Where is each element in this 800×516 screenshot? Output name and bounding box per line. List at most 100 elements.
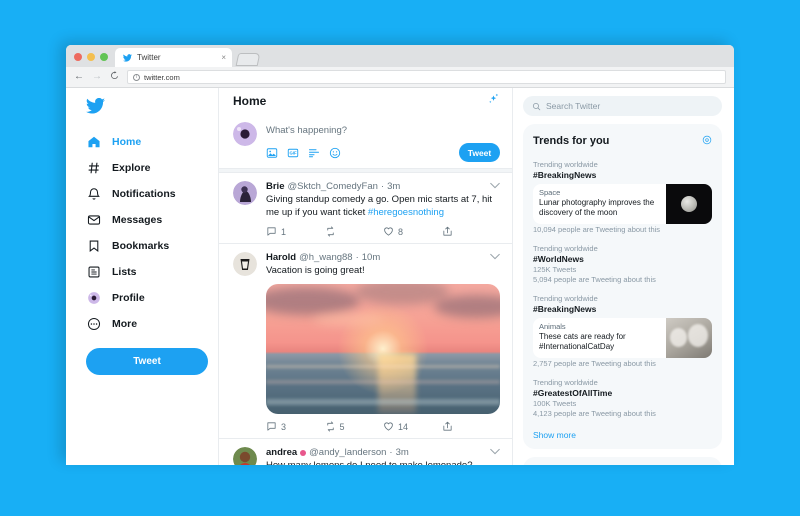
cats-photo (688, 324, 708, 347)
reply-icon (267, 227, 276, 237)
hashtag-icon (86, 161, 101, 176)
tweet-author-name[interactable]: Brie (266, 181, 284, 192)
sidebar-item-label: Home (112, 136, 142, 148)
tab-close-icon[interactable]: × (221, 53, 226, 62)
timeline: Home What's happening? GIF Tweet Brie @S… (218, 88, 513, 465)
image-icon[interactable] (266, 147, 278, 159)
table-row[interactable]: andrea @andy_landerson · 3m How many lem… (219, 439, 512, 465)
tweet-text: Vacation is going great! (266, 265, 365, 277)
like-button[interactable]: 8 (383, 226, 442, 237)
trend-hashtag[interactable]: #WorldNews (533, 254, 712, 264)
list-icon (86, 265, 101, 280)
new-tab-button[interactable] (235, 53, 261, 66)
forward-button[interactable]: → (92, 72, 102, 82)
submit-tweet-button[interactable]: Tweet (459, 143, 500, 162)
minimize-window-button[interactable] (87, 53, 95, 61)
sidebar-item-label: Notifications (112, 188, 176, 200)
retweet-icon (326, 226, 334, 237)
gif-icon[interactable]: GIF (287, 147, 299, 159)
trend-hashtag[interactable]: #GreatestOfAllTime (533, 388, 712, 398)
search-icon (532, 102, 541, 110)
sidebar-item-lists[interactable]: Lists (86, 259, 218, 285)
sidebar-item-bookmarks[interactable]: Bookmarks (86, 233, 218, 259)
list-item[interactable]: Trending worldwide #GreatestOfAllTime 10… (523, 374, 722, 424)
share-button[interactable] (442, 421, 501, 432)
sparkle-icon[interactable] (487, 92, 500, 110)
tweet-timestamp: 3m (387, 181, 401, 192)
sidebar-item-more[interactable]: More (86, 311, 218, 337)
heart-icon (384, 227, 393, 237)
maximize-window-button[interactable] (100, 53, 108, 61)
show-more-link[interactable]: Show more (523, 424, 722, 449)
tweet-author-handle[interactable]: @Sktch_ComedyFan (287, 181, 377, 192)
reply-button[interactable]: 1 (266, 226, 325, 237)
sidebar-item-messages[interactable]: Messages (86, 207, 218, 233)
tweet-timestamp: 10m (361, 252, 381, 264)
table-row[interactable]: Brie @Sktch_ComedyFan · 3m Giving standu… (219, 173, 512, 245)
twitter-logo-icon[interactable] (86, 97, 218, 119)
tweet-author-handle[interactable]: @andy_landerson (309, 447, 386, 458)
retweet-button[interactable]: 5 (325, 421, 384, 432)
address-bar[interactable]: i twitter.com (127, 70, 726, 84)
cats-photo (670, 328, 687, 347)
trend-card-image (666, 318, 712, 358)
trend-hashtag[interactable]: #BreakingNews (533, 304, 712, 314)
sidebar-item-notifications[interactable]: Notifications (86, 181, 218, 207)
chevron-down-icon[interactable] (490, 448, 500, 457)
who-to-follow-panel: Who to follow (523, 457, 722, 465)
trends-panel: Trends for you Trending worldwide #Break… (523, 124, 722, 449)
chevron-down-icon[interactable] (490, 182, 500, 191)
retweet-button[interactable] (325, 226, 384, 237)
share-icon (442, 421, 452, 431)
gear-icon[interactable] (702, 132, 712, 150)
avatar (233, 181, 257, 205)
reply-count: 1 (281, 226, 287, 237)
browser-tab-twitter[interactable]: Twitter × (115, 48, 232, 67)
tweet-hashtag[interactable]: #heregoesnothing (368, 207, 444, 218)
tweet-author-name[interactable]: Harold (266, 252, 296, 263)
profile-avatar-icon (86, 291, 101, 306)
chevron-down-icon[interactable] (490, 253, 500, 262)
sidebar-item-home[interactable]: Home (86, 129, 218, 155)
reload-button[interactable] (110, 71, 119, 83)
trend-footer: 5,094 people are Tweeting about this (533, 275, 656, 284)
trend-article-card[interactable]: Animals These cats are ready for #Intern… (533, 318, 712, 358)
close-window-button[interactable] (74, 53, 82, 61)
bell-icon (86, 187, 101, 202)
poll-icon[interactable] (308, 147, 320, 159)
address-bar-url: twitter.com (144, 72, 180, 82)
tweet-author-handle[interactable]: @h_wang88 (299, 252, 353, 263)
compose-box[interactable]: What's happening? GIF Tweet (219, 114, 512, 168)
avatar (233, 122, 257, 146)
tweet-author-name[interactable]: andrea (266, 447, 297, 458)
compose-tweet-button[interactable]: Tweet (86, 348, 208, 375)
verified-badge-icon (300, 449, 307, 456)
list-item[interactable]: Trending worldwide #BreakingNews Space L… (523, 156, 722, 240)
more-ellipsis-icon (86, 317, 101, 332)
back-button[interactable]: ← (74, 72, 84, 82)
site-info-icon[interactable]: i (133, 73, 140, 81)
page-title: Home (233, 94, 267, 108)
browser-tab-strip: Twitter × (66, 45, 734, 67)
table-row[interactable]: Harold @h_wang88 · 10m Vacation is going… (219, 244, 512, 440)
list-item[interactable]: Trending worldwide #WorldNews 125K Tweet… (523, 240, 722, 290)
reply-button[interactable]: 3 (266, 421, 325, 432)
list-item[interactable]: Trending worldwide #BreakingNews Animals… (523, 290, 722, 374)
trend-article-card[interactable]: Space Lunar photography improves the dis… (533, 184, 712, 224)
sidebar-item-label: Profile (112, 292, 145, 304)
trend-hashtag[interactable]: #BreakingNews (533, 170, 712, 180)
sidebar-item-explore[interactable]: Explore (86, 155, 218, 181)
trend-footer: 4,123 people are Tweeting about this (533, 409, 656, 418)
share-button[interactable] (442, 226, 501, 237)
reload-icon (111, 71, 118, 79)
like-button[interactable]: 14 (383, 421, 442, 432)
tweet-media-image[interactable] (266, 284, 500, 415)
trend-category: Trending worldwide (533, 378, 598, 387)
compose-placeholder[interactable]: What's happening? (266, 125, 500, 136)
sidebar-item-label: Bookmarks (112, 240, 170, 252)
trend-volume: 100K Tweets (533, 399, 577, 408)
search-input[interactable]: Search Twitter (523, 96, 722, 116)
moon-photo (681, 196, 697, 212)
emoji-icon[interactable] (329, 147, 341, 159)
sidebar-item-profile[interactable]: Profile (86, 285, 218, 311)
